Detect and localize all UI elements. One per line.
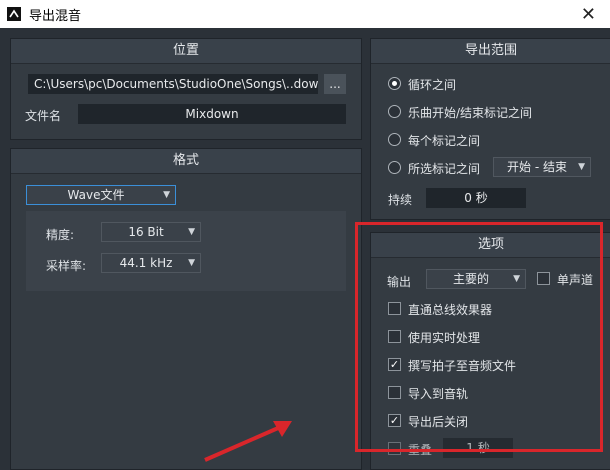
radio-selected-markers-label: 所选标记之间 — [408, 162, 481, 176]
precision-value: 16 Bit — [128, 225, 164, 239]
precision-dropdown[interactable]: 16 Bit ▼ — [101, 222, 201, 242]
annotation-highlight-box — [355, 222, 603, 452]
filename-field[interactable]: Mixdown — [78, 104, 346, 124]
samplerate-label: 采样率: — [46, 259, 87, 273]
app-icon — [7, 7, 21, 21]
marker-range-value: 开始 - 结束 — [507, 160, 567, 174]
path-field[interactable]: C:\Users\pc\Documents\StudioOne\Songs\..… — [28, 74, 318, 94]
precision-label: 精度: — [46, 228, 75, 242]
radio-each-marker[interactable] — [388, 133, 401, 146]
radio-loop[interactable] — [388, 77, 401, 90]
format-panel: 格式 Wave文件 ▼ 精度: 16 Bit ▼ 采样率: 44.1 kHz ▼ — [10, 148, 362, 470]
chevron-down-icon: ▼ — [188, 227, 195, 237]
marker-range-dropdown[interactable]: 开始 - 结束 ▼ — [493, 157, 591, 177]
radio-song-markers[interactable] — [388, 105, 401, 118]
radio-each-marker-label: 每个标记之间 — [408, 134, 481, 148]
title-bar: 导出混音 ✕ — [0, 0, 610, 28]
close-icon[interactable]: ✕ — [581, 4, 596, 25]
filename-label: 文件名 — [25, 109, 62, 123]
browse-button[interactable]: ... — [324, 74, 346, 94]
chevron-down-icon: ▼ — [188, 258, 195, 268]
duration-field[interactable]: 0 秒 — [426, 188, 526, 208]
window-title: 导出混音 — [29, 8, 82, 24]
radio-song-markers-label: 乐曲开始/结束标记之间 — [408, 106, 533, 120]
radio-loop-label: 循环之间 — [408, 78, 457, 92]
export-range-panel: 导出范围 循环之间 乐曲开始/结束标记之间 每个标记之间 所选标记之间 开始 -… — [370, 38, 610, 220]
format-header: 格式 — [11, 149, 361, 174]
samplerate-value: 44.1 kHz — [119, 256, 173, 270]
chevron-down-icon: ▼ — [163, 190, 170, 200]
samplerate-dropdown[interactable]: 44.1 kHz ▼ — [101, 253, 201, 273]
export-range-header: 导出范围 — [371, 39, 610, 64]
location-header: 位置 — [11, 39, 361, 64]
annotation-arrow — [204, 421, 292, 462]
location-panel: 位置 C:\Users\pc\Documents\StudioOne\Songs… — [10, 38, 362, 140]
radio-selected-markers[interactable] — [388, 161, 401, 174]
duration-label: 持续 — [388, 193, 413, 207]
format-type-value: Wave文件 — [67, 188, 125, 202]
chevron-down-icon: ▼ — [578, 162, 585, 172]
format-settings-box: 精度: 16 Bit ▼ 采样率: 44.1 kHz ▼ — [26, 211, 346, 291]
format-type-dropdown[interactable]: Wave文件 ▼ — [26, 185, 176, 205]
